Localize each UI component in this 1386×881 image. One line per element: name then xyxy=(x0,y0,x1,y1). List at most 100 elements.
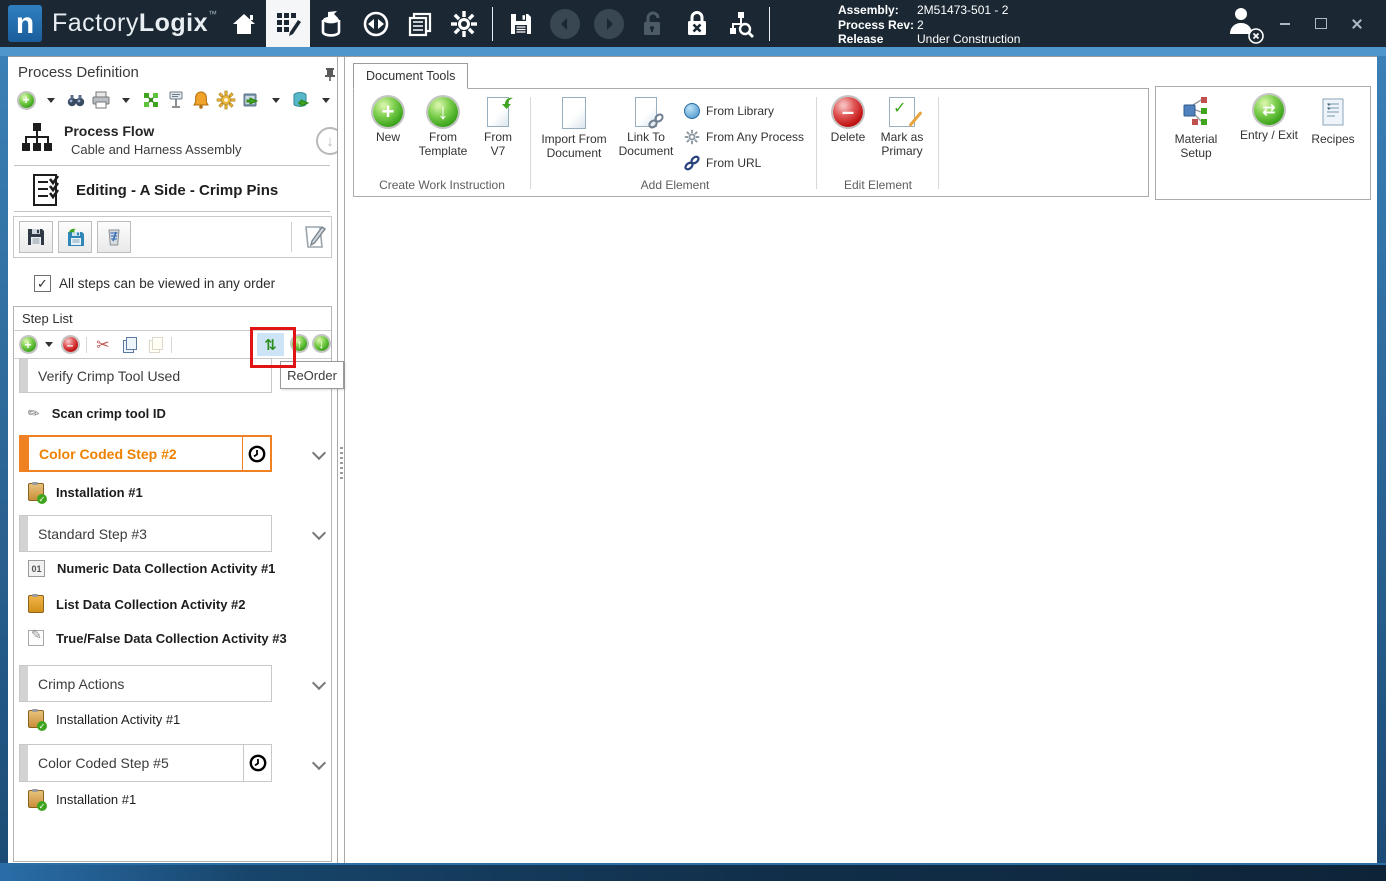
material-setup-button[interactable]: Material Setup xyxy=(1170,95,1222,160)
timer-icon[interactable] xyxy=(242,437,270,470)
activity-row[interactable]: ✓ Installation #1 xyxy=(28,790,136,808)
database-dropdown-icon[interactable] xyxy=(316,90,336,110)
entry-exit-button[interactable]: ⇄ Entry / Exit xyxy=(1238,95,1300,142)
chevron-down-icon[interactable] xyxy=(312,676,326,690)
copy-icon[interactable] xyxy=(119,335,139,355)
group-label: Create Work Instruction xyxy=(358,178,526,192)
transfer-icon[interactable] xyxy=(354,0,398,47)
database-icon[interactable] xyxy=(291,90,311,110)
panel-splitter[interactable] xyxy=(337,57,345,863)
chevron-down-icon[interactable] xyxy=(312,756,326,770)
settings-gear-icon[interactable] xyxy=(442,0,486,47)
activity-row[interactable]: List Data Collection Activity #2 xyxy=(28,595,246,613)
config-gear-icon[interactable] xyxy=(216,90,236,110)
window-border-left xyxy=(0,56,8,863)
step-name: Color Coded Step #5 xyxy=(38,755,169,771)
remove-step-icon[interactable]: – xyxy=(60,335,80,355)
activity-row[interactable]: ✓ Installation #1 xyxy=(28,483,143,501)
save-icon[interactable] xyxy=(499,0,543,47)
process-definition-icon[interactable] xyxy=(266,0,310,47)
from-v7-button[interactable]: From V7 xyxy=(476,97,520,158)
activity-label: Numeric Data Collection Activity #1 xyxy=(57,561,275,576)
step-row-verify-crimp-tool[interactable]: Verify Crimp Tool Used xyxy=(19,358,272,393)
delete-button[interactable]: – Delete xyxy=(826,97,870,144)
signpost-icon[interactable] xyxy=(166,90,186,110)
minimize-button[interactable] xyxy=(1274,13,1296,35)
documents-icon[interactable] xyxy=(398,0,442,47)
save-step-button[interactable] xyxy=(19,221,53,253)
entry-exit-sphere-icon: ⇄ xyxy=(1254,95,1284,125)
group-label: Add Element xyxy=(540,178,810,192)
activity-row[interactable]: ✎ True/False Data Collection Activity #3 xyxy=(28,630,287,646)
pin-icon[interactable] xyxy=(322,66,338,87)
activity-row[interactable]: ✎ Scan crimp tool ID xyxy=(28,405,166,422)
from-any-process-button[interactable]: From Any Process xyxy=(684,129,804,145)
maximize-button[interactable] xyxy=(1310,13,1332,35)
routing-icon[interactable] xyxy=(141,90,161,110)
home-icon[interactable] xyxy=(222,0,266,47)
link-to-document-button[interactable]: Link To Document xyxy=(616,97,676,158)
timer-icon[interactable] xyxy=(243,745,271,781)
save-as-button[interactable] xyxy=(58,221,92,253)
clipboard-check-icon: ✓ xyxy=(28,710,44,728)
checklist-icon xyxy=(30,173,64,207)
print-dropdown-icon[interactable] xyxy=(116,90,136,110)
from-template-button[interactable]: ↓ From Template xyxy=(414,97,472,158)
page-import-icon xyxy=(487,97,509,127)
lock-revision-icon[interactable] xyxy=(675,0,719,47)
titlebar: n FactoryLogix™ xyxy=(0,0,1386,47)
step-row-color-coded-2[interactable]: Color Coded Step #2 xyxy=(19,435,272,472)
forward-icon[interactable] xyxy=(587,0,631,47)
activity-row[interactable]: 01 Numeric Data Collection Activity #1 xyxy=(28,560,275,577)
edit-notes-button[interactable] xyxy=(297,221,331,253)
close-button[interactable] xyxy=(1346,13,1368,35)
window-border-right xyxy=(1377,56,1386,863)
activity-row[interactable]: ✓ Installation Activity #1 xyxy=(28,710,180,728)
back-icon[interactable] xyxy=(543,0,587,47)
from-url-button[interactable]: From URL xyxy=(684,155,761,171)
new-button[interactable]: + New xyxy=(366,97,410,144)
splitter-grip[interactable] xyxy=(340,447,343,479)
import-data-icon[interactable] xyxy=(310,0,354,47)
assembly-value: 2M51473-501 - 2 xyxy=(917,3,1008,18)
step-row-crimp-actions[interactable]: Crimp Actions xyxy=(19,665,272,702)
chevron-down-icon[interactable] xyxy=(312,526,326,540)
delete-step-button[interactable] xyxy=(97,221,131,253)
clipboard-check-icon: ✓ xyxy=(28,483,44,501)
scan-tool-icon: ✎ xyxy=(24,403,43,424)
order-checkbox-row[interactable]: ✓ All steps can be viewed in any order xyxy=(34,275,275,292)
export-dropdown-icon[interactable] xyxy=(266,90,286,110)
bell-icon[interactable] xyxy=(191,90,211,110)
mark-as-primary-button[interactable]: ✓ Mark as Primary xyxy=(874,97,930,158)
recipes-button[interactable]: Recipes xyxy=(1308,95,1358,146)
titlebar-separator xyxy=(492,7,493,41)
unlock-icon[interactable] xyxy=(631,0,675,47)
numeric-01-icon: 01 xyxy=(28,560,45,577)
step-row-standard-3[interactable]: Standard Step #3 xyxy=(19,515,272,552)
step-row-color-coded-5[interactable]: Color Coded Step #5 xyxy=(19,744,272,782)
ribbon: + New ↓ From Template From V7 Create Wor… xyxy=(353,88,1149,197)
move-down-button[interactable]: ↓ xyxy=(314,336,329,351)
chevron-down-icon[interactable] xyxy=(312,446,326,460)
import-from-document-button[interactable]: Import From Document xyxy=(540,97,608,160)
search-binoculars-icon[interactable] xyxy=(66,90,86,110)
add-step-dropdown-icon[interactable] xyxy=(44,335,54,355)
paste-icon[interactable] xyxy=(145,335,165,355)
list-clipboard-icon xyxy=(28,595,44,613)
step-selection-bar xyxy=(20,516,28,551)
add-step-icon[interactable]: + xyxy=(18,335,38,355)
add-icon[interactable]: + xyxy=(16,90,36,110)
process-search-icon[interactable] xyxy=(719,0,763,47)
step-selection-bar xyxy=(20,666,28,701)
cut-icon[interactable]: ✂ xyxy=(93,335,113,355)
order-checkbox[interactable]: ✓ xyxy=(34,275,51,292)
export-folder-icon[interactable] xyxy=(241,90,261,110)
print-icon[interactable] xyxy=(91,90,111,110)
tab-document-tools[interactable]: Document Tools xyxy=(353,63,468,89)
document-area: Document Tools + New ↓ From Template Fro xyxy=(345,57,1377,863)
org-chart-icon xyxy=(20,121,54,155)
from-library-button[interactable]: From Library xyxy=(684,103,774,119)
user-logout-icon[interactable] xyxy=(1226,4,1260,43)
add-dropdown-icon[interactable] xyxy=(41,90,61,110)
brand-text: FactoryLogix™ xyxy=(52,9,218,38)
